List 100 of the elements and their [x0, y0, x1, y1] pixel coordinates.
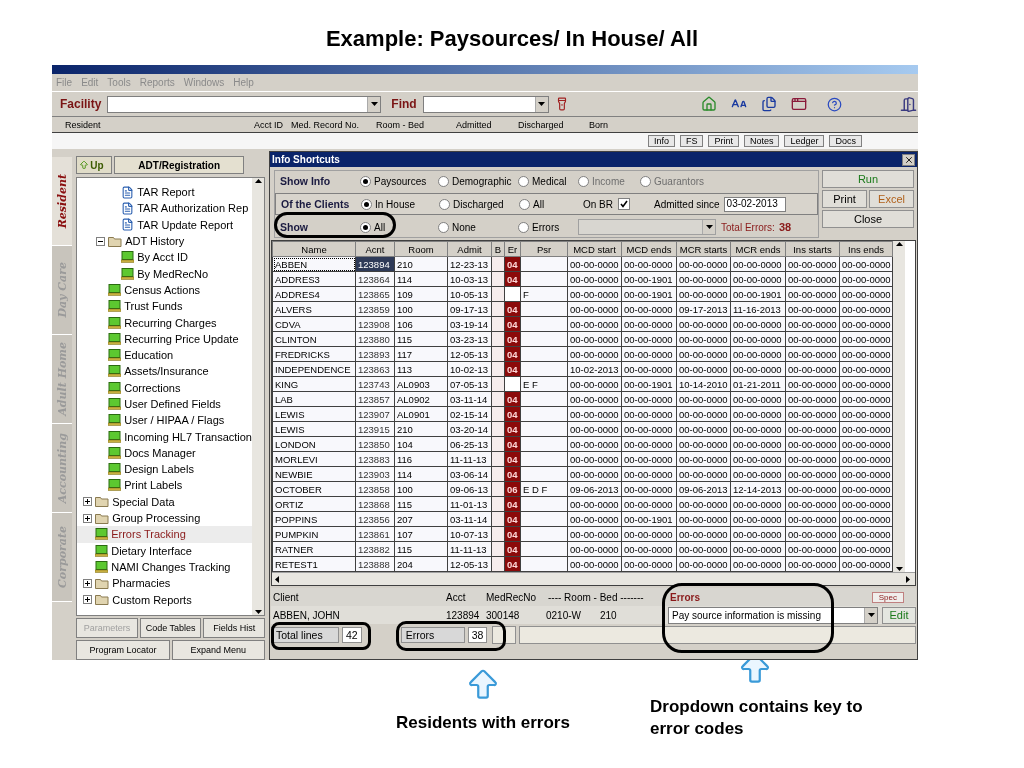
down-arrow-icon[interactable]	[867, 612, 875, 618]
vertical-scrollbar[interactable]	[893, 241, 905, 572]
expand-toggle-icon[interactable]	[83, 513, 93, 523]
vertical-scrollbar[interactable]	[252, 178, 264, 615]
column-header[interactable]: MCD start	[567, 241, 622, 257]
down-arrow-icon[interactable]	[370, 101, 378, 107]
up-arrow-icon[interactable]	[895, 241, 903, 246]
spec-button[interactable]: Spec	[871, 591, 904, 603]
tree-item[interactable]: TAR Authorization Rep	[77, 200, 252, 217]
tree-item[interactable]: TAR Update Report	[77, 216, 252, 233]
panel-button[interactable]: Fields Hist	[203, 618, 265, 638]
radio-button[interactable]	[361, 198, 372, 210]
radio-label[interactable]: Medical	[532, 175, 567, 187]
radio-button[interactable]	[439, 198, 450, 210]
tree-item[interactable]: Docs Manager	[77, 444, 252, 462]
tree-item[interactable]: Census Actions	[77, 281, 252, 299]
tree-item[interactable]: User / HIPAA / Flags	[77, 412, 252, 429]
down-arrow-icon[interactable]	[254, 610, 262, 615]
radio-button[interactable]	[360, 175, 371, 187]
radio-label[interactable]: Errors	[532, 221, 560, 233]
find-select[interactable]	[422, 95, 549, 113]
column-header[interactable]: MCR starts	[676, 241, 731, 257]
column-header[interactable]: Name	[272, 241, 356, 257]
tree-item[interactable]: Education	[77, 346, 252, 364]
panel-button[interactable]: Expand Menu	[171, 640, 265, 660]
close-button[interactable]	[902, 153, 915, 166]
column-header[interactable]: Room	[394, 241, 448, 257]
column-header[interactable]: Ins starts	[785, 241, 840, 257]
tree-item[interactable]: By Acct ID	[77, 249, 252, 266]
radio-button[interactable]	[438, 175, 449, 187]
radio-button[interactable]	[519, 198, 530, 210]
checkbox[interactable]	[618, 198, 630, 210]
toolbar-button[interactable]: Notes	[743, 135, 780, 147]
exit-icon[interactable]	[899, 95, 917, 113]
toolbar-button[interactable]: Print	[708, 135, 739, 147]
expand-toggle-icon[interactable]	[83, 595, 93, 605]
documents-icon[interactable]	[760, 96, 777, 112]
column-header[interactable]: MCD ends	[621, 241, 677, 257]
tree-item[interactable]: Incoming HL7 Transaction	[77, 428, 252, 445]
toolbar-button[interactable]: Ledger	[784, 135, 825, 147]
tree-item[interactable]: Recurring Price Update	[77, 330, 252, 347]
tree-item[interactable]: Errors Tracking	[77, 526, 252, 543]
side-tab[interactable]: Resident	[52, 157, 73, 246]
radio-label[interactable]: Discharged	[453, 198, 504, 210]
dialog-button[interactable]: Print	[822, 190, 867, 208]
tree-item[interactable]: Trust Funds	[77, 298, 252, 315]
tree-item[interactable]: By MedRecNo	[77, 265, 252, 282]
up-arrow-icon[interactable]	[254, 178, 262, 183]
facility-select[interactable]	[107, 95, 382, 113]
toolbar-button[interactable]: FS	[679, 135, 704, 147]
column-header[interactable]: Ins ends	[839, 241, 893, 257]
column-header[interactable]: Admit	[447, 241, 492, 257]
toolbar-button[interactable]: Info	[647, 135, 675, 147]
down-arrow-icon[interactable]	[895, 567, 903, 572]
date-field[interactable]: 03-02-2013	[723, 196, 786, 212]
radio-label[interactable]: None	[452, 221, 476, 233]
tree-item[interactable]: ADT History	[77, 232, 252, 250]
radio-button[interactable]	[438, 221, 449, 233]
help-icon[interactable]	[826, 96, 842, 112]
panel-button[interactable]: Program Locator	[76, 640, 170, 660]
error-select[interactable]: Pay source information is missing	[668, 606, 878, 624]
home-icon[interactable]	[700, 96, 717, 112]
radio-label[interactable]: All	[533, 198, 545, 210]
tree-item[interactable]: Pharmacies	[77, 575, 252, 592]
tree-item[interactable]: TAR Report	[77, 184, 252, 201]
expand-toggle-icon[interactable]	[83, 578, 93, 588]
tree-item[interactable]: User Defined Fields	[77, 395, 252, 413]
left-arrow-icon[interactable]	[274, 575, 279, 583]
edit-button[interactable]: Edit	[882, 606, 916, 624]
tree-item[interactable]: Special Data	[77, 493, 252, 510]
column-header[interactable]: Acnt	[355, 241, 395, 257]
radio-label[interactable]: Demographic	[452, 175, 512, 187]
radio-button[interactable]	[518, 221, 529, 233]
tree-item[interactable]: Group Processing	[77, 509, 252, 527]
expand-toggle-icon[interactable]	[83, 497, 93, 507]
tree-item[interactable]: Custom Reports	[77, 591, 252, 608]
radio-label[interactable]: Paysources	[374, 175, 427, 187]
column-header[interactable]: Psr	[520, 241, 568, 257]
collapse-toggle-icon[interactable]	[96, 236, 106, 246]
tree-item[interactable]: Assets/Insurance	[77, 363, 252, 380]
horizontal-scrollbar[interactable]	[272, 572, 915, 585]
column-header[interactable]: MCR ends	[730, 241, 786, 257]
radio-label[interactable]: All	[374, 221, 386, 233]
tree-item[interactable]: Corrections	[77, 379, 252, 396]
down-arrow-icon[interactable]	[538, 101, 546, 107]
tree-item[interactable]: Recurring Charges	[77, 314, 252, 331]
windows-icon[interactable]	[790, 96, 807, 112]
radio-label[interactable]: In House	[375, 198, 416, 210]
tree-item[interactable]: NAMI Changes Tracking	[77, 558, 252, 576]
right-arrow-icon[interactable]	[906, 575, 911, 583]
tree-item[interactable]: Dietary Interface	[77, 542, 252, 559]
panel-button[interactable]: Code Tables	[139, 618, 202, 638]
toolbar-button[interactable]: Docs	[829, 135, 862, 147]
tree-item[interactable]: Design Labels	[77, 461, 252, 478]
up-button[interactable]: Up	[76, 156, 113, 174]
radio-button[interactable]	[360, 221, 371, 233]
dialog-button[interactable]: Excel	[869, 190, 914, 208]
dialog-button[interactable]: Run	[822, 170, 914, 188]
tree-item[interactable]: Print Labels	[77, 477, 252, 494]
dialog-button[interactable]: Close	[822, 210, 914, 228]
